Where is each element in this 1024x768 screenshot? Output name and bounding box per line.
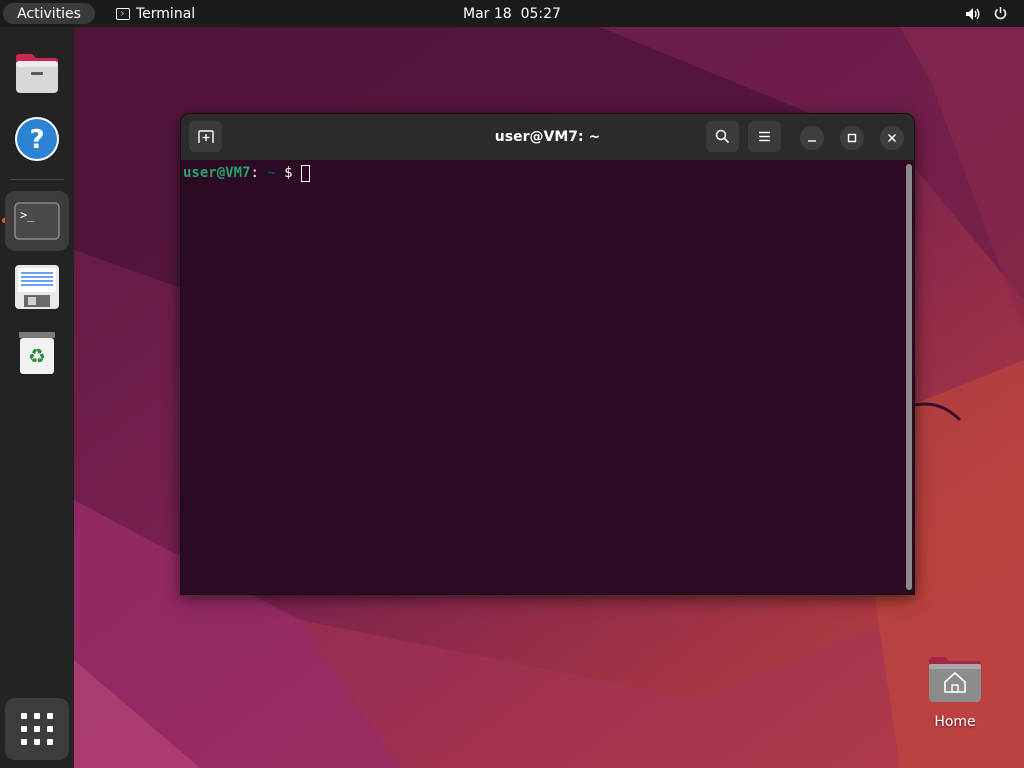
dock-item-files[interactable]: [5, 43, 69, 103]
svg-text:>_: >_: [20, 208, 35, 222]
close-button[interactable]: [880, 126, 904, 150]
terminal-output[interactable]: user@VM7: ~ $: [181, 160, 914, 594]
terminal-headerbar[interactable]: user@VM7: ~: [181, 114, 914, 160]
app-menu-button[interactable]: Terminal: [116, 0, 195, 27]
help-icon: ?: [15, 117, 59, 161]
dock-item-trash[interactable]: ♻: [5, 323, 69, 383]
files-icon: [16, 54, 58, 93]
search-icon: [715, 129, 730, 144]
menu-button[interactable]: [748, 121, 781, 152]
activities-label: Activities: [17, 5, 81, 22]
app-menu-label: Terminal: [136, 5, 196, 22]
system-menu-button[interactable]: [965, 0, 1008, 27]
home-label: Home: [934, 714, 976, 730]
prompt-dollar: $: [275, 165, 293, 181]
terminal-window[interactable]: user@VM7: ~ user@VM7: ~ $: [180, 113, 915, 595]
minimize-icon: [808, 140, 816, 142]
show-apps-button[interactable]: [5, 698, 69, 760]
clock-button[interactable]: Mar 18 05:27: [463, 6, 561, 22]
volume-icon: [966, 7, 980, 20]
prompt-line: user@VM7: ~ $: [183, 163, 310, 183]
dock: ? >_ ♻: [0, 27, 74, 768]
menu-icon: [759, 131, 770, 142]
maximize-button[interactable]: [840, 126, 864, 150]
terminal-scrollbar[interactable]: [906, 164, 912, 590]
dock-item-terminal[interactable]: >_: [5, 191, 69, 251]
prompt-separator: :: [250, 165, 259, 181]
home-folder-icon: [929, 657, 981, 702]
show-apps-icon: [21, 713, 53, 745]
maximize-icon: [847, 133, 857, 143]
power-icon: [994, 7, 1007, 20]
svg-text:♻: ♻: [28, 344, 46, 368]
activities-button[interactable]: Activities: [3, 3, 95, 24]
text-cursor: [300, 164, 310, 182]
search-button[interactable]: [706, 121, 739, 152]
new-tab-button[interactable]: [189, 121, 222, 152]
new-tab-icon: [197, 129, 214, 143]
trash-icon: ♻: [19, 332, 55, 374]
minimize-button[interactable]: [800, 126, 824, 150]
desktop-home-icon[interactable]: Home: [922, 652, 988, 742]
top-bar: Activities Terminal Mar 18 05:27: [0, 0, 1024, 27]
clock-time: 05:27: [520, 5, 561, 22]
dock-item-text-editor[interactable]: [5, 257, 69, 317]
dock-separator: [10, 179, 64, 180]
terminal-app-icon: [116, 7, 130, 20]
terminal-icon: >_: [14, 202, 60, 240]
close-icon: [887, 133, 897, 143]
terminal-title-text: user@VM7: ~: [494, 129, 601, 145]
prompt-user-host: user@VM7: [183, 165, 251, 181]
svg-text:?: ?: [29, 125, 44, 155]
dock-item-help[interactable]: ?: [5, 109, 69, 169]
text-editor-icon: [15, 265, 59, 309]
clock-date: Mar 18: [463, 5, 512, 22]
prompt-path: ~: [258, 165, 276, 181]
